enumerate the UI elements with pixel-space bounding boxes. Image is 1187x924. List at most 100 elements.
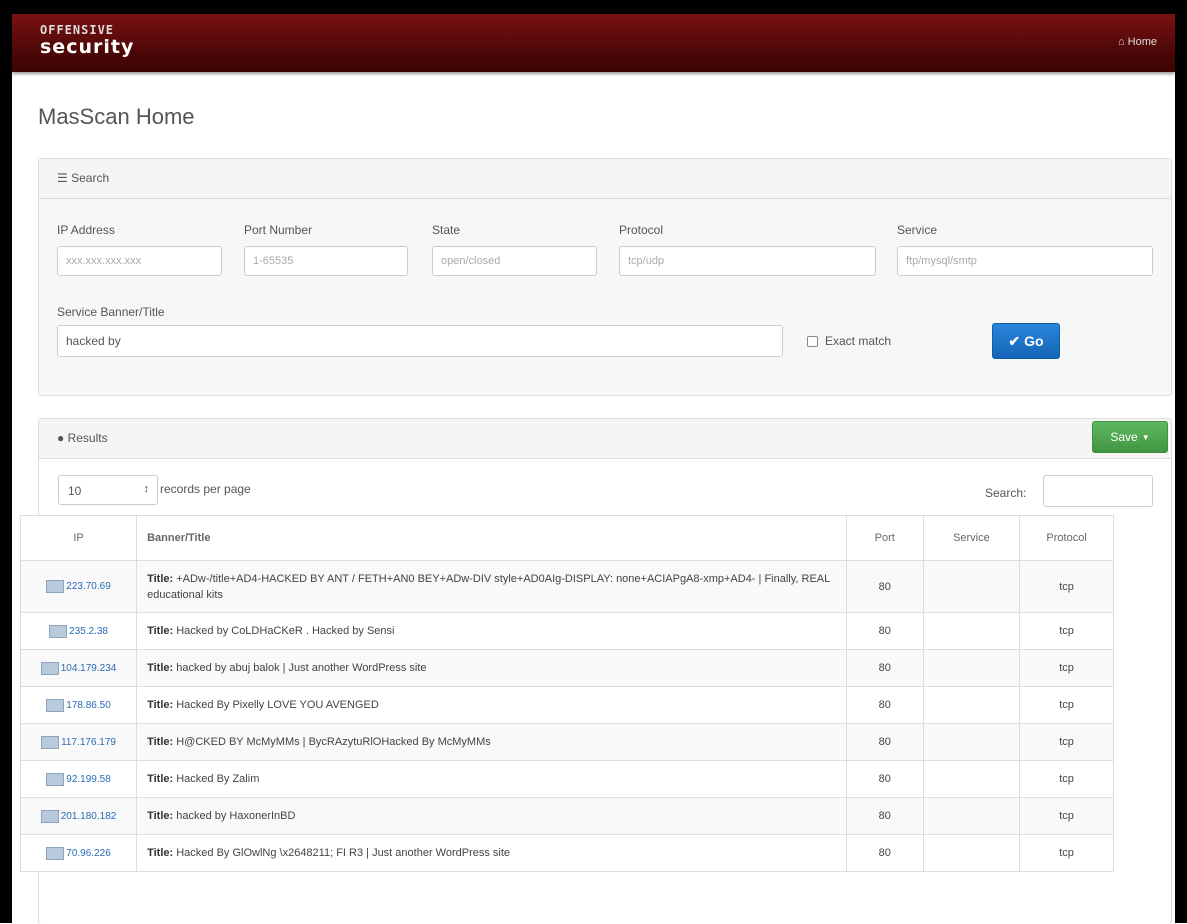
ip-address-link[interactable]: 201.180.182 bbox=[61, 811, 117, 822]
ip-address-input[interactable] bbox=[57, 246, 222, 276]
ip-address-link[interactable]: 117.176.179 bbox=[61, 737, 116, 748]
title-prefix: Title: bbox=[147, 572, 174, 585]
column-header-service[interactable]: Service bbox=[922, 515, 1021, 561]
banner-text: Hacked by CoLDHaCKeR . Hacked by Sensi bbox=[176, 625, 395, 637]
table-row: 70.96.226 Title: Hacked By GlOwlNg \x2648… bbox=[19, 834, 1114, 872]
table-search-input[interactable] bbox=[1043, 475, 1153, 507]
ip-cell: 92.199.58 bbox=[19, 760, 138, 798]
table-row: 104.179.234 Title: hacked by abuj balok |… bbox=[19, 649, 1114, 687]
banner-cell: Title: Hacked By Pixelly LOVE YOU AVENGE… bbox=[136, 686, 847, 724]
banner-title-label: Service Banner/Title bbox=[57, 305, 165, 319]
top-navbar: OFFENSIVE security ⌂ Home bbox=[12, 14, 1175, 72]
port-cell: 80 bbox=[845, 723, 924, 761]
table-search-label: Search: bbox=[985, 486, 1027, 500]
title-prefix: Title: bbox=[147, 736, 174, 748]
logo-main-text: security bbox=[40, 36, 135, 58]
banner-cell: Title: hacked by abuj balok | Just anoth… bbox=[136, 649, 847, 687]
protocol-cell: tcp bbox=[1019, 834, 1114, 872]
title-prefix: Title: bbox=[147, 699, 174, 711]
screen-border-right bbox=[1175, 0, 1187, 923]
ip-address-link[interactable]: 235.2.38 bbox=[69, 626, 108, 637]
table-row: 178.86.50 Title: Hacked By Pixelly LOVE Y… bbox=[19, 686, 1114, 724]
screen-border-top bbox=[0, 0, 1187, 14]
table-row: 117.176.179 Title: H@CKED BY McMyMMs | By… bbox=[19, 723, 1114, 761]
banner-text: Hacked By Pixelly LOVE YOU AVENGED bbox=[176, 699, 379, 711]
results-table-body: 223.70.69 Title: +ADw-/title+AD4-HACKED B… bbox=[19, 560, 1114, 872]
state-label: State bbox=[432, 223, 461, 237]
save-dropdown-button[interactable]: Save ▼ bbox=[1092, 421, 1168, 453]
protocol-cell: tcp bbox=[1019, 612, 1114, 650]
table-header-row: IP Banner/Title Port Service Protocol bbox=[19, 515, 1114, 561]
title-prefix: Title: bbox=[147, 810, 174, 822]
service-cell bbox=[922, 649, 1021, 687]
country-flag-icon bbox=[40, 809, 59, 823]
service-cell bbox=[922, 760, 1021, 798]
ip-address-link[interactable]: 178.86.50 bbox=[66, 700, 111, 711]
column-header-port[interactable]: Port bbox=[845, 515, 924, 561]
ip-cell: 178.86.50 bbox=[19, 686, 138, 724]
ip-cell: 223.70.69 bbox=[19, 560, 138, 613]
table-row: 235.2.38 Title: Hacked by CoLDHaCKeR . Ha… bbox=[19, 612, 1114, 650]
offensive-security-logo[interactable]: OFFENSIVE security bbox=[40, 24, 134, 57]
banner-text: hacked by abuj balok | Just another Word… bbox=[176, 662, 427, 674]
ip-address-link[interactable]: 70.96.226 bbox=[66, 848, 111, 859]
banner-text: Hacked By GlOwlNg \x2648211; FI R3 | Jus… bbox=[176, 847, 511, 859]
globe-icon: ● bbox=[57, 431, 65, 445]
ip-address-link[interactable]: 104.179.234 bbox=[61, 663, 117, 674]
service-cell bbox=[922, 797, 1021, 835]
exact-match-label[interactable]: Exact match bbox=[825, 334, 891, 348]
protocol-cell: tcp bbox=[1019, 649, 1114, 687]
state-input[interactable] bbox=[432, 246, 597, 276]
port-cell: 80 bbox=[845, 797, 924, 835]
title-prefix: Title: bbox=[147, 625, 174, 637]
search-panel-heading: ☰ Search bbox=[39, 159, 1171, 199]
banner-title-input[interactable] bbox=[57, 325, 783, 357]
ip-address-link[interactable]: 223.70.69 bbox=[66, 581, 111, 592]
ip-cell: 117.176.179 bbox=[19, 723, 138, 761]
service-input[interactable] bbox=[897, 246, 1153, 276]
ip-address-link[interactable]: 92.199.58 bbox=[66, 774, 111, 785]
banner-text: +ADw-/title+AD4-HACKED BY ANT / FETH+AN0… bbox=[147, 572, 830, 601]
search-panel-body: IP Address Port Number State Protocol Se… bbox=[39, 199, 1171, 395]
home-icon: ⌂ bbox=[1117, 36, 1125, 48]
save-button-label: Save bbox=[1110, 430, 1138, 444]
banner-cell: Title: hacked by HaxonerInBD bbox=[136, 797, 847, 835]
banner-text: hacked by HaxonerInBD bbox=[176, 810, 296, 822]
list-icon: ☰ bbox=[57, 171, 68, 185]
column-header-protocol[interactable]: Protocol bbox=[1019, 515, 1114, 561]
country-flag-icon bbox=[46, 580, 65, 593]
search-panel: ☰ Search IP Address Port Number State Pr… bbox=[38, 158, 1172, 396]
protocol-cell: tcp bbox=[1019, 760, 1114, 798]
search-panel-title: Search bbox=[71, 171, 110, 185]
banner-cell: Title: Hacked by CoLDHaCKeR . Hacked by … bbox=[136, 612, 847, 650]
logo-top-text: OFFENSIVE bbox=[40, 23, 115, 37]
service-label: Service bbox=[897, 223, 938, 237]
caret-down-icon: ▼ bbox=[1141, 432, 1150, 442]
country-flag-icon bbox=[41, 735, 60, 749]
protocol-cell: tcp bbox=[1019, 723, 1114, 761]
table-row: 201.180.182 Title: hacked by HaxonerInBD 8… bbox=[19, 797, 1114, 835]
exact-match-checkbox[interactable] bbox=[807, 336, 818, 347]
go-button[interactable]: ✔ Go bbox=[992, 323, 1060, 359]
results-panel-heading: ● Results bbox=[39, 419, 1171, 459]
column-header-ip[interactable]: IP bbox=[19, 515, 138, 561]
banner-cell: Title: H@CKED BY McMyMMs | BycRAzytuRlOH… bbox=[136, 723, 847, 761]
protocol-input[interactable] bbox=[619, 246, 876, 276]
table-row: 92.199.58 Title: Hacked By Zalim 80 tcp bbox=[19, 760, 1114, 798]
page-title: MasScan Home bbox=[38, 104, 195, 129]
nav-home-link[interactable]: ⌂ Home bbox=[1118, 36, 1157, 48]
port-number-label: Port Number bbox=[244, 223, 313, 237]
records-per-page-label: records per page bbox=[160, 482, 251, 496]
service-cell bbox=[922, 560, 1021, 613]
protocol-label: Protocol bbox=[619, 223, 664, 237]
column-header-banner[interactable]: Banner/Title bbox=[136, 515, 847, 561]
port-cell: 80 bbox=[845, 649, 924, 687]
records-per-page-select[interactable]: 10 ↕ bbox=[58, 475, 158, 505]
ip-cell: 104.179.234 bbox=[19, 649, 138, 687]
go-button-label: Go bbox=[1024, 333, 1044, 349]
service-cell bbox=[922, 686, 1021, 724]
country-flag-icon bbox=[40, 661, 59, 675]
table-row: 223.70.69 Title: +ADw-/title+AD4-HACKED B… bbox=[19, 560, 1114, 613]
service-cell bbox=[922, 612, 1021, 650]
port-number-input[interactable] bbox=[244, 246, 408, 276]
